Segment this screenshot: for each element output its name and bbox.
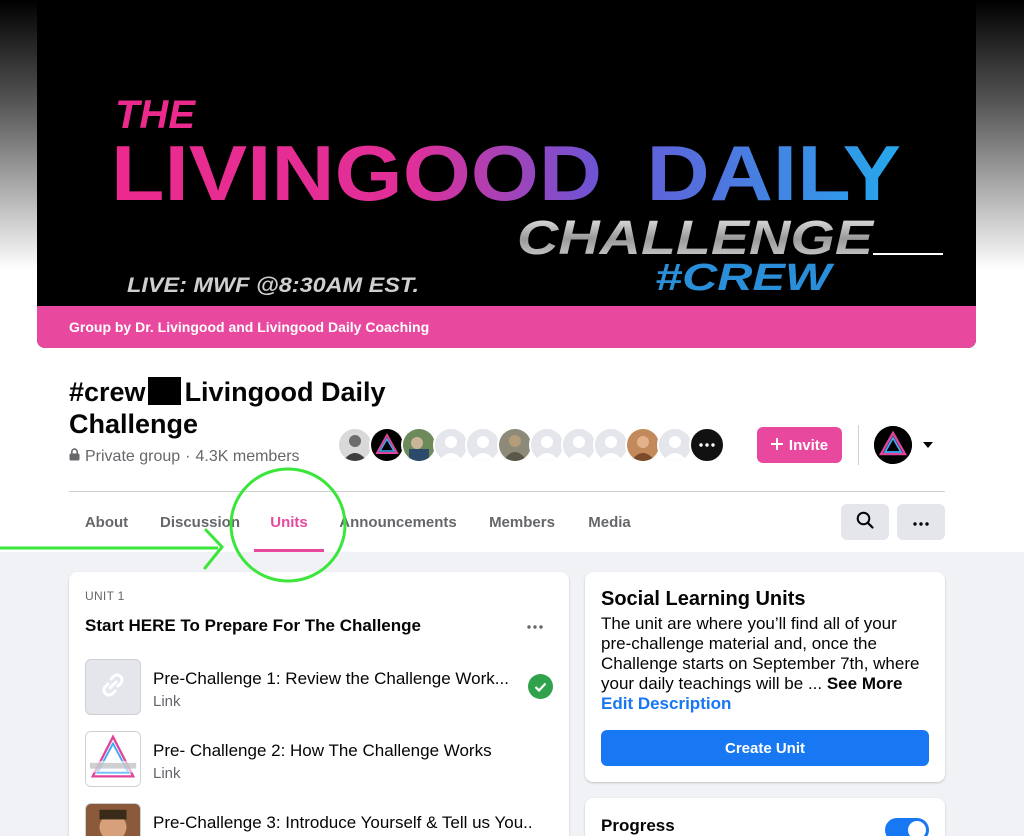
member-avatar[interactable] bbox=[433, 427, 469, 463]
link-icon bbox=[98, 670, 128, 705]
progress-title: Progress bbox=[601, 816, 675, 835]
lesson-type: Link bbox=[153, 693, 181, 710]
invite-label: Invite bbox=[788, 436, 829, 454]
lesson-item[interactable]: Pre-Challenge 3: Introduce Yourself & Te… bbox=[85, 803, 555, 836]
tab-label: Members bbox=[489, 513, 555, 531]
lesson-item[interactable]: Pre-Challenge 1: Review the Challenge Wo… bbox=[85, 659, 555, 717]
lesson-item[interactable]: Pre- Challenge 2: How The Challenge Work… bbox=[85, 731, 555, 789]
unit-title[interactable]: Start HERE To Prepare For The Challenge bbox=[85, 616, 421, 636]
group-owner-bar: Group by Dr. Livingood and Livingood Dai… bbox=[37, 306, 976, 348]
group-title-prefix: #crew bbox=[69, 377, 146, 407]
cover-crew-text: #CREW bbox=[655, 257, 835, 299]
more-icon bbox=[913, 513, 929, 531]
cover-art: THE LIVINGOOD DAILY CHALLENGE LIVE: MWF … bbox=[37, 0, 976, 306]
lesson-thumbnail bbox=[85, 731, 141, 787]
unit-more-button[interactable] bbox=[521, 614, 549, 636]
member-count[interactable]: 4.3K members bbox=[196, 448, 300, 466]
svg-text:LIVINGOOD DAILY: LIVINGOOD DAILY bbox=[111, 129, 901, 217]
info-description: The unit are where you’ll find all of yo… bbox=[601, 614, 931, 694]
plus-icon bbox=[770, 437, 783, 454]
tab-label: Media bbox=[588, 513, 631, 531]
member-avatar[interactable] bbox=[337, 427, 373, 463]
tab-about[interactable]: About bbox=[69, 492, 144, 552]
lesson-title: Pre-Challenge 1: Review the Challenge Wo… bbox=[153, 669, 509, 688]
cover-main-text-b: DAILY bbox=[647, 129, 901, 217]
lesson-title: Pre- Challenge 2: How The Challenge Work… bbox=[153, 741, 492, 760]
lesson-title: Pre-Challenge 3: Introduce Yourself & Te… bbox=[153, 813, 533, 832]
toggle-knob bbox=[908, 821, 926, 836]
backdrop-left bbox=[0, 0, 37, 270]
cover-photo[interactable]: THE LIVINGOOD DAILY CHALLENGE LIVE: MWF … bbox=[37, 0, 976, 348]
create-unit-label: Create Unit bbox=[724, 739, 806, 757]
edit-description-link[interactable]: Edit Description bbox=[601, 694, 731, 714]
page-avatar bbox=[874, 426, 912, 464]
member-avatar[interactable] bbox=[369, 427, 405, 463]
meta-separator: · bbox=[185, 448, 191, 465]
member-avatar[interactable] bbox=[401, 427, 437, 463]
tab-label: About bbox=[84, 513, 129, 531]
member-avatar[interactable] bbox=[593, 427, 629, 463]
more-members-button[interactable] bbox=[689, 427, 725, 463]
member-avatar[interactable] bbox=[657, 427, 693, 463]
coaching-logo-image bbox=[86, 732, 140, 786]
progress-card: Progress bbox=[585, 798, 945, 836]
see-more-link[interactable]: See More bbox=[827, 674, 903, 693]
chevron-down-icon bbox=[922, 436, 934, 454]
backdrop-right bbox=[976, 0, 1024, 270]
redaction-block bbox=[147, 377, 181, 405]
lock-icon bbox=[69, 448, 80, 466]
units-info-card: Social Learning Units The unit are where… bbox=[585, 572, 945, 782]
completed-check-icon bbox=[528, 674, 553, 699]
unit-card: UNIT 1 Start HERE To Prepare For The Cha… bbox=[69, 572, 569, 836]
privacy-label[interactable]: Private group bbox=[85, 448, 180, 466]
cover-live-text: LIVE: MWF @8:30AM EST. bbox=[127, 274, 419, 297]
info-title: Social Learning Units bbox=[601, 588, 806, 610]
more-dots-icon bbox=[699, 443, 715, 447]
tab-units[interactable]: Units bbox=[254, 492, 324, 552]
more-icon bbox=[527, 616, 543, 634]
member-avatar[interactable] bbox=[529, 427, 565, 463]
presenter-photo bbox=[86, 804, 140, 836]
progress-toggle[interactable] bbox=[885, 818, 929, 836]
tab-media[interactable]: Media bbox=[572, 492, 647, 552]
member-avatar[interactable] bbox=[561, 427, 597, 463]
lesson-thumbnail bbox=[85, 659, 141, 715]
more-options-button[interactable] bbox=[897, 504, 945, 540]
action-divider bbox=[858, 425, 859, 465]
profile-switcher-button[interactable] bbox=[874, 426, 936, 464]
tab-discussion[interactable]: Discussion bbox=[144, 492, 256, 552]
search-button[interactable] bbox=[841, 504, 889, 540]
unit-number: UNIT 1 bbox=[85, 589, 125, 603]
member-avatar[interactable] bbox=[465, 427, 501, 463]
tab-members[interactable]: Members bbox=[472, 492, 572, 552]
invite-button[interactable]: Invite bbox=[757, 427, 842, 463]
cover-main-text-a: LIVINGOOD bbox=[111, 129, 602, 217]
lesson-thumbnail bbox=[85, 803, 141, 836]
member-avatar[interactable] bbox=[625, 427, 661, 463]
member-avatar[interactable] bbox=[497, 427, 533, 463]
tab-label: Units bbox=[270, 513, 308, 531]
create-unit-button[interactable]: Create Unit bbox=[601, 730, 929, 766]
tab-announcements[interactable]: Announcements bbox=[324, 492, 472, 552]
lesson-type: Link bbox=[153, 765, 181, 782]
group-owner-text: Group by Dr. Livingood and Livingood Dai… bbox=[69, 319, 430, 335]
group-meta: Private group · 4.3K members bbox=[69, 448, 300, 466]
tab-label: Discussion bbox=[159, 513, 241, 531]
search-icon bbox=[856, 511, 874, 534]
tab-label: Announcements bbox=[339, 513, 457, 531]
